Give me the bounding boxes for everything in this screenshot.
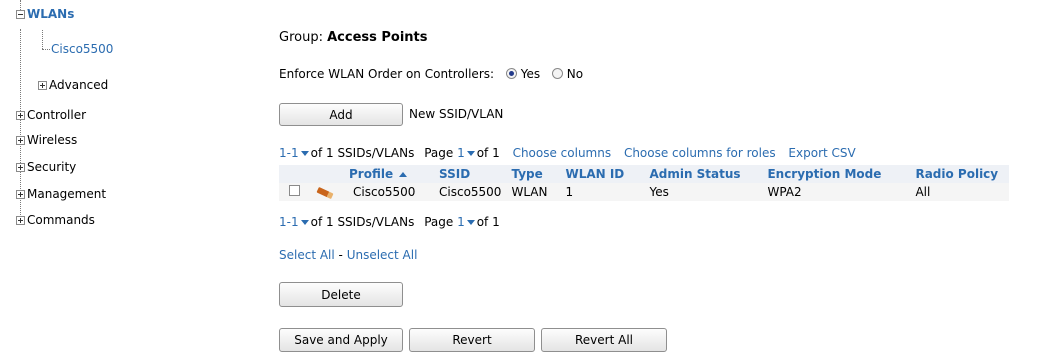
- dropdown-arrow-icon[interactable]: [466, 151, 475, 156]
- choose-columns-link[interactable]: Choose columns: [513, 146, 612, 160]
- tree-item-cisco5500[interactable]: Cisco5500: [51, 42, 113, 56]
- enforce-no-radio[interactable]: [551, 68, 563, 79]
- column-header-encryption-mode[interactable]: Encryption Mode: [763, 165, 912, 183]
- tree-connector: [42, 49, 50, 50]
- tree-item-wlans-label[interactable]: WLANs: [27, 7, 74, 21]
- expand-icon[interactable]: [16, 162, 25, 172]
- cell-radio-policy: All: [915, 185, 931, 199]
- unselect-all-link[interactable]: Unselect All: [347, 248, 418, 262]
- choose-columns-roles-link[interactable]: Choose columns for roles: [624, 146, 776, 160]
- tree-item-management-label[interactable]: Management: [27, 187, 106, 201]
- expand-icon[interactable]: [16, 215, 25, 225]
- save-and-apply-button[interactable]: Save and Apply: [279, 328, 403, 352]
- enforce-order-label: Enforce WLAN Order on Controllers:: [279, 67, 495, 81]
- column-header-radio-policy[interactable]: Radio Policy: [911, 165, 1010, 183]
- group-title-name: Access Points: [327, 30, 428, 45]
- enforce-order-row: Enforce WLAN Order on Controllers: Yes N…: [279, 67, 583, 81]
- sort-ascending-icon[interactable]: [399, 172, 408, 177]
- select-all-link[interactable]: Select All: [279, 248, 335, 262]
- pager-range[interactable]: 1-1: [279, 215, 299, 229]
- row-checkbox-cell[interactable]: [279, 183, 313, 201]
- revert-button[interactable]: Revert: [409, 328, 535, 352]
- row-checkbox[interactable]: [289, 185, 300, 196]
- dropdown-arrow-icon[interactable]: [300, 220, 309, 225]
- table-header-row: Profile SSID Type WLAN ID Admin Status E…: [279, 165, 1010, 183]
- column-header-wlan-id[interactable]: WLAN ID: [561, 165, 646, 183]
- collapse-icon[interactable]: [16, 9, 25, 19]
- tree-item-security-label[interactable]: Security: [27, 160, 76, 174]
- delete-button[interactable]: Delete: [279, 282, 403, 307]
- export-csv-link[interactable]: Export CSV: [788, 146, 855, 160]
- page-of-text: of 1: [476, 215, 500, 229]
- column-header-type[interactable]: Type: [507, 165, 562, 183]
- tree-item-commands-label[interactable]: Commands: [27, 213, 95, 227]
- add-button[interactable]: Add: [279, 103, 403, 126]
- page-number[interactable]: 1: [457, 215, 465, 229]
- revert-all-button[interactable]: Revert All: [541, 328, 667, 352]
- pager-of-text: of 1 SSIDs/VLANs: [310, 215, 415, 229]
- tree-item-controller[interactable]: Controller: [16, 108, 86, 122]
- checkbox-column-header: [279, 165, 313, 183]
- enforce-yes-label[interactable]: Yes: [521, 67, 540, 81]
- enforce-yes-radio[interactable]: [505, 68, 517, 79]
- pager-bottom: 1-1 of 1 SSIDs/VLANs Page 1 of 1: [279, 215, 500, 229]
- selection-separator: -: [334, 248, 347, 262]
- new-ssid-label: New SSID/VLAN: [409, 107, 504, 121]
- row-edit-cell[interactable]: [313, 183, 345, 201]
- pager-range[interactable]: 1-1: [279, 146, 299, 160]
- dropdown-arrow-icon[interactable]: [466, 220, 475, 225]
- tree-item-controller-label[interactable]: Controller: [27, 108, 86, 122]
- selection-links: Select All - Unselect All: [279, 248, 417, 262]
- column-header-ssid[interactable]: SSID: [435, 165, 508, 183]
- cell-encryption-mode: WPA2: [767, 185, 802, 199]
- cell-profile: Cisco5500: [353, 185, 416, 199]
- cell-admin-status: Yes: [649, 185, 669, 199]
- expand-icon[interactable]: [38, 80, 47, 90]
- tree-item-cisco5500-label[interactable]: Cisco5500: [51, 42, 113, 56]
- edit-pencil-icon[interactable]: [316, 186, 334, 200]
- enforce-no-label[interactable]: No: [567, 67, 583, 81]
- edit-column-header: [313, 165, 345, 183]
- cell-ssid: Cisco5500: [439, 185, 502, 199]
- tree-item-wireless-label[interactable]: Wireless: [27, 133, 77, 147]
- tree-item-security[interactable]: Security: [16, 160, 76, 174]
- tree-connector: [42, 30, 43, 49]
- page-label: Page: [424, 215, 454, 229]
- pager-top: 1-1 of 1 SSIDs/VLANs Page 1 of 1 Choose co…: [279, 146, 856, 160]
- tree-item-wlans[interactable]: WLANs: [16, 7, 74, 21]
- page-label: Page: [424, 146, 454, 160]
- page-of-text: of 1: [476, 146, 500, 160]
- navigation-tree: WLANs Cisco5500 Advanced Controller Wire…: [0, 0, 250, 350]
- table-row[interactable]: Cisco5500 Cisco5500 WLAN 1 Yes WPA2 All: [279, 183, 1010, 201]
- ssid-table: Profile SSID Type WLAN ID Admin Status E…: [279, 165, 1010, 201]
- tree-item-advanced-label[interactable]: Advanced: [49, 78, 108, 92]
- cell-wlan-id: 1: [565, 185, 574, 199]
- expand-icon[interactable]: [16, 110, 25, 120]
- tree-item-wireless[interactable]: Wireless: [16, 133, 77, 147]
- column-header-profile[interactable]: Profile: [345, 165, 435, 183]
- page-number[interactable]: 1: [457, 146, 465, 160]
- tree-item-commands[interactable]: Commands: [16, 213, 95, 227]
- expand-icon[interactable]: [16, 189, 25, 199]
- group-title-prefix: Group:: [279, 30, 328, 45]
- column-header-admin-status[interactable]: Admin Status: [645, 165, 764, 183]
- expand-icon[interactable]: [16, 135, 25, 145]
- column-header-profile-label[interactable]: Profile: [349, 167, 393, 181]
- dropdown-arrow-icon[interactable]: [300, 151, 309, 156]
- tree-item-advanced[interactable]: Advanced: [38, 78, 108, 92]
- cell-type: WLAN: [511, 185, 548, 199]
- tree-item-management[interactable]: Management: [16, 187, 106, 201]
- group-title: Group: Access Points: [279, 30, 428, 45]
- pager-of-text: of 1 SSIDs/VLANs: [310, 146, 415, 160]
